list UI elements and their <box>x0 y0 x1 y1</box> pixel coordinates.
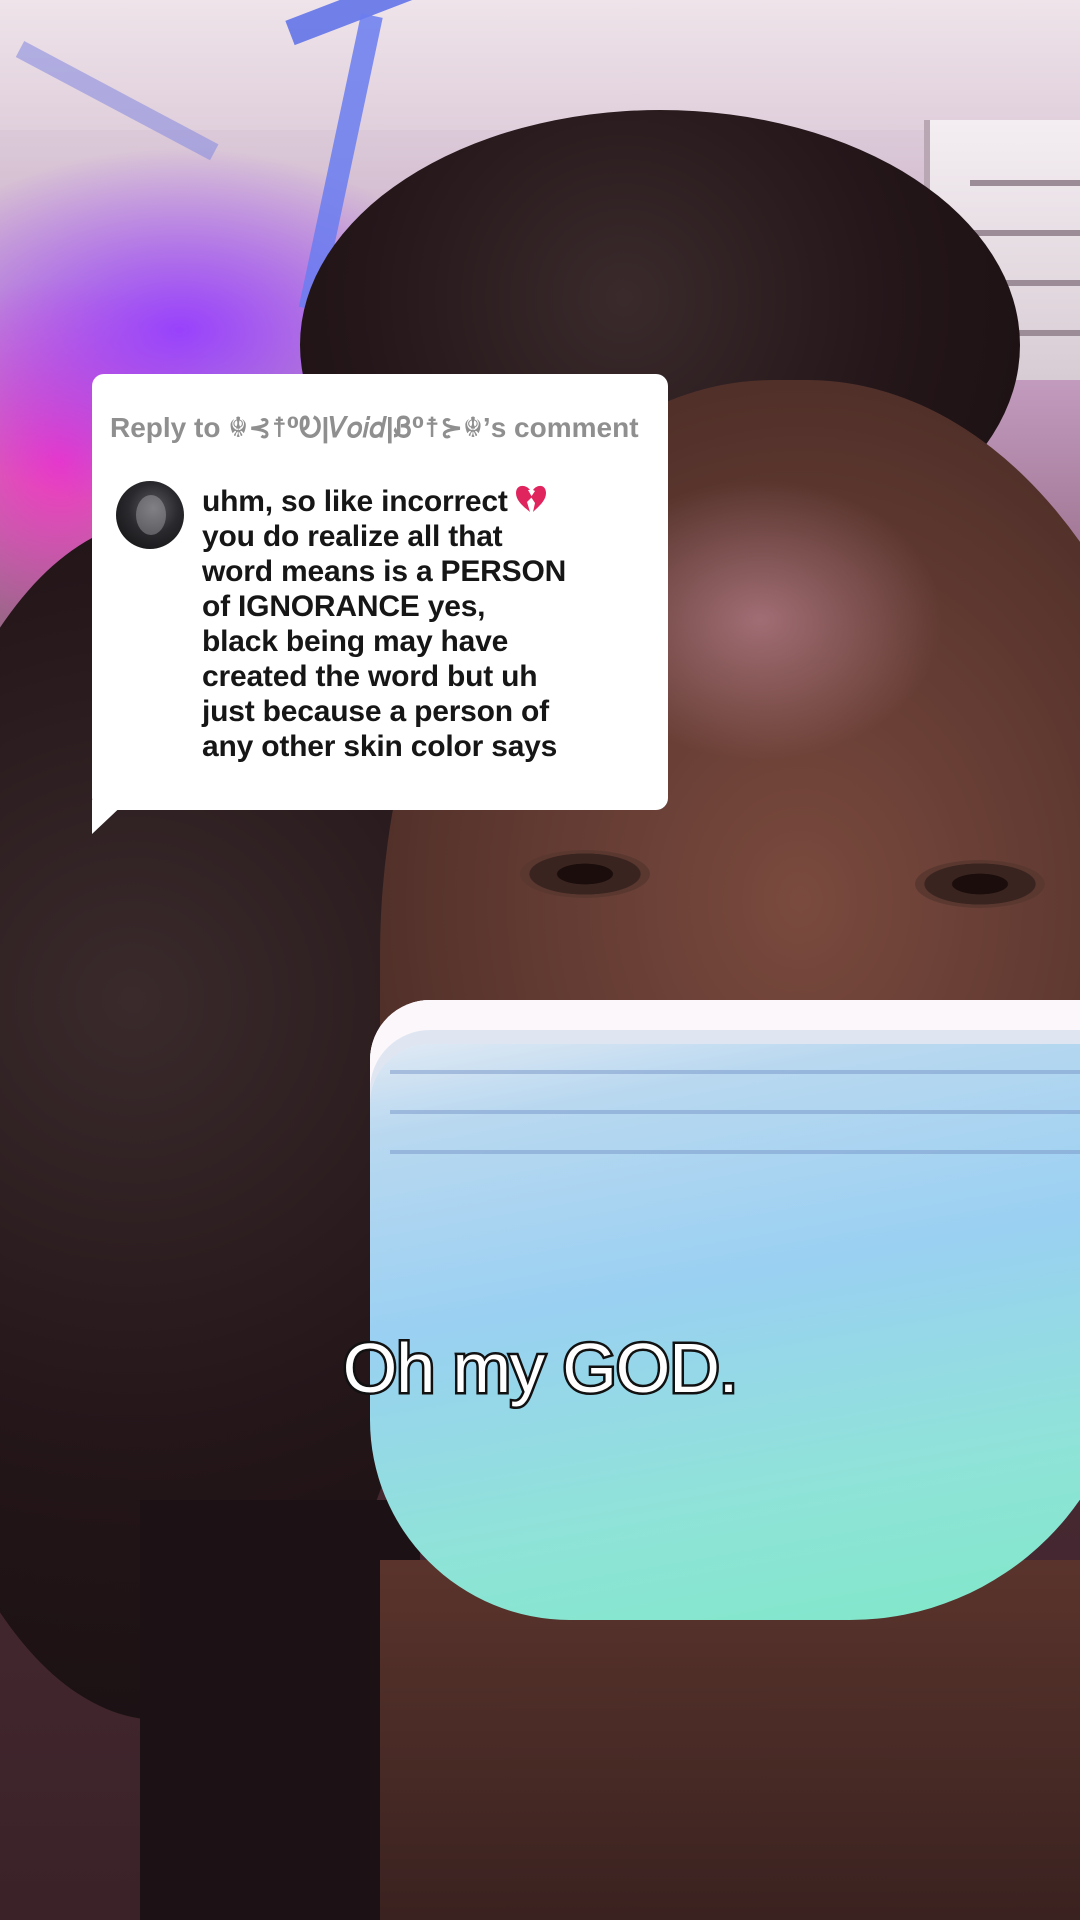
comment-line: just because a person of <box>202 695 549 728</box>
comment-line: any other skin color says <box>202 730 558 763</box>
comment-line: black being may have <box>202 625 509 658</box>
right-eye <box>915 860 1045 908</box>
left-eye <box>520 850 650 898</box>
comment-line: created the word but uh <box>202 660 538 693</box>
comment-text: uhm, so like incorrect you do realize al… <box>202 484 652 764</box>
commenter-avatar[interactable] <box>116 481 184 549</box>
face-mask <box>370 1000 1080 1620</box>
reply-header: Reply to ☬⊰☨⁰Ꭷ|𝑉𝑜𝑖𝑑|Ᏸ⁰☨⊱☬’s comment <box>110 412 639 443</box>
comment-line: uhm, so like incorrect <box>202 484 652 519</box>
comment-line: word means is a PERSON <box>202 555 567 588</box>
video-screen[interactable]: Reply to ☬⊰☨⁰Ꭷ|𝑉𝑜𝑖𝑑|Ᏸ⁰☨⊱☬’s comment uhm,… <box>0 0 1080 1920</box>
shirt <box>140 1500 420 1920</box>
comment-line: you do realize all that <box>202 520 503 553</box>
broken-heart-icon <box>514 484 548 514</box>
ceiling <box>0 0 1080 130</box>
video-background <box>0 0 1080 1920</box>
video-caption: Oh my GOD. <box>340 1327 740 1410</box>
comment-line: of IGNORANCE yes, <box>202 590 486 623</box>
reply-card-tail <box>92 800 128 834</box>
